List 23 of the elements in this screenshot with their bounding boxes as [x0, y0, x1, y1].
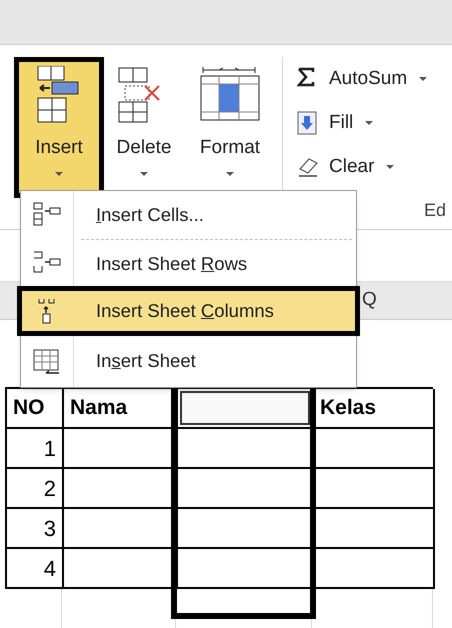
column-header: Q: [362, 288, 377, 312]
selected-cell[interactable]: [180, 391, 310, 425]
caret-icon: [55, 172, 63, 176]
caret-icon: [386, 165, 394, 169]
menu-item[interactable]: Insert Sheet Columns: [17, 286, 360, 336]
menu-item[interactable]: Insert Sheet Rows: [21, 241, 356, 286]
number-cell: 1: [7, 429, 64, 469]
group-label: Ed: [424, 199, 446, 222]
sum-button[interactable]: AutoSum: [297, 57, 452, 101]
fill-button[interactable]: Fill: [297, 101, 452, 145]
number-cell: 4: [7, 549, 64, 589]
clear-button[interactable]: Clear: [297, 145, 452, 189]
menu-item[interactable]: Insert Sheet: [21, 336, 356, 386]
number-cell: 3: [7, 509, 64, 549]
number-cell: 2: [7, 469, 64, 509]
spreadsheet-icon: [32, 348, 62, 374]
caret-icon: [365, 121, 374, 125]
insert-button[interactable]: Insert: [14, 57, 104, 198]
insert-cells-icon: [32, 201, 62, 228]
caret-icon: [140, 172, 148, 176]
caret-icon: [419, 77, 428, 81]
insert-column-icon: [38, 298, 55, 324]
caret-icon: [226, 172, 234, 176]
